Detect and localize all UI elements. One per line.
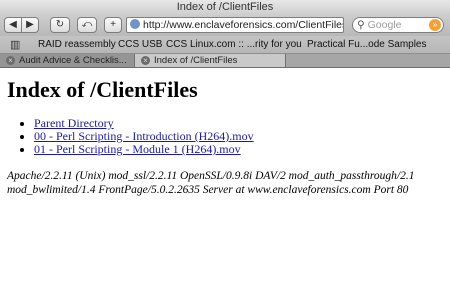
list-item: 01 - Perl Scripting - Module 1 (H264).mo…: [34, 143, 254, 156]
bookmark-ccs-usb[interactable]: CCS USB: [118, 36, 162, 54]
file-link[interactable]: 01 - Perl Scripting - Module 1 (H264).mo…: [34, 142, 241, 156]
url-text: http://www.enclaveforensics.com/ClientFi…: [143, 19, 344, 31]
add-bookmark-button[interactable]: +: [104, 17, 122, 33]
forward-button[interactable]: ▶: [21, 17, 39, 33]
file-link[interactable]: 00 - Perl Scripting - Introduction (H264…: [34, 129, 254, 143]
title-bar: Index of /ClientFiles: [0, 0, 450, 14]
tab-audit-advice[interactable]: × Audit Advice & Checklis...: [0, 54, 135, 67]
bookmark-ccs[interactable]: CCS: [166, 36, 187, 54]
tab-label: Index of /ClientFiles: [154, 55, 238, 66]
tab-index-clientfiles[interactable]: × Index of /ClientFiles: [135, 54, 286, 67]
address-bar[interactable]: http://www.enclaveforensics.com/ClientFi…: [126, 17, 344, 33]
tab-bar: × Audit Advice & Checklis... × Index of /C…: [0, 54, 450, 68]
close-icon[interactable]: ×: [6, 56, 15, 65]
browser-window: Index of /ClientFiles ◀ ▶ ↻ ⤺ + http://w…: [0, 0, 450, 301]
back-button[interactable]: ◀: [4, 17, 22, 33]
site-icon: [130, 19, 140, 29]
reload-button[interactable]: ↻: [50, 17, 70, 33]
search-go-icon[interactable]: »: [429, 19, 441, 31]
forward-icon: ▶: [26, 19, 34, 30]
bookmark-linux[interactable]: Linux.com :: ...rity for you: [190, 36, 302, 54]
toolbar: ◀ ▶ ↻ ⤺ + http://www.enclaveforensics.co…: [0, 14, 450, 36]
parent-directory-link[interactable]: Parent Directory: [34, 116, 114, 130]
plus-icon: +: [110, 19, 116, 30]
snapback-icon: ⤺: [81, 19, 93, 30]
bookmarks-book-icon[interactable]: ▥: [10, 36, 20, 54]
bookmarks-bar: ▥ RAID reassembly CCS USB CCS Linux.com …: [0, 36, 450, 54]
server-signature: Apache/2.2.11 (Unix) mod_ssl/2.2.11 Open…: [7, 170, 415, 196]
back-icon: ◀: [9, 19, 17, 30]
file-list: Parent Directory 00 - Perl Scripting - I…: [18, 117, 254, 156]
close-icon[interactable]: ×: [141, 56, 150, 65]
tab-label: Audit Advice & Checklis...: [19, 55, 127, 66]
window-title: Index of /ClientFiles: [176, 1, 274, 13]
search-field[interactable]: ⚲ Google »: [352, 17, 444, 33]
bookmark-practical[interactable]: Practical Fu...ode Samples: [307, 36, 427, 54]
page-content: Index of /ClientFiles Parent Directory 0…: [0, 68, 450, 301]
bookmark-raid[interactable]: RAID reassembly: [38, 36, 116, 54]
search-placeholder: Google: [367, 19, 402, 31]
reload-icon: ↻: [55, 19, 65, 30]
search-icon: ⚲: [357, 19, 365, 31]
snapback-button[interactable]: ⤺: [77, 17, 97, 33]
page-title: Index of /ClientFiles: [7, 77, 198, 102]
